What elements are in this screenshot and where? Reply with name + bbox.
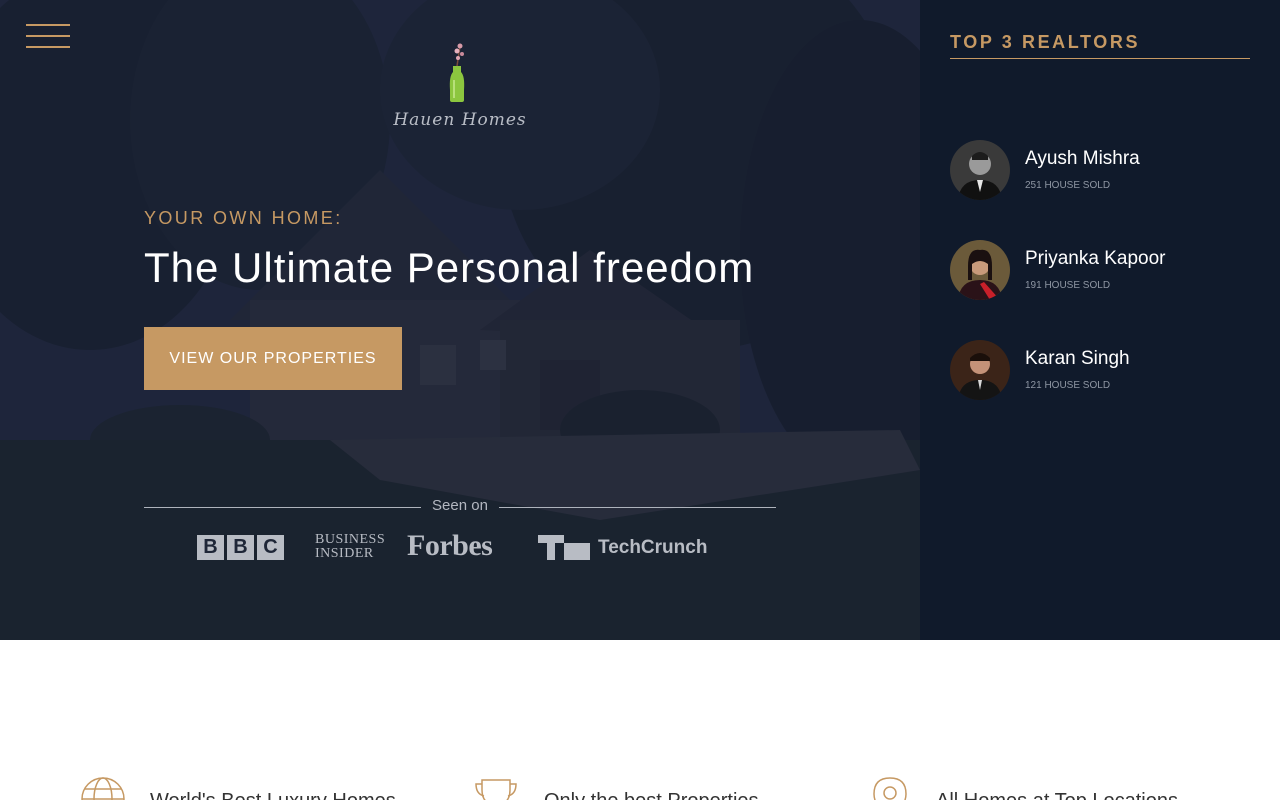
realtor-houses-sold: 251 HOUSE SOLD [1025,180,1111,191]
brand-logo[interactable]: Hauen Homes [384,40,536,134]
map-pin-icon [873,777,907,800]
trophy-icon [475,779,517,800]
realtor-houses-sold: 191 HOUSE SOLD [1025,280,1111,291]
hero-section: Hauen Homes YOUR OWN HOME: The Ultimate … [0,0,920,640]
realtor-card[interactable]: Ayush Mishra 251 HOUSE SOLD [950,140,1250,202]
feature-text: Only the best Properties [544,790,759,800]
realtor-houses-sold: 121 HOUSE SOLD [1025,380,1111,391]
logo-text: Hauen Homes [393,110,527,130]
hamburger-menu-icon[interactable] [26,22,70,50]
feature-text: All Homes at Top Locations [936,790,1178,800]
flower-vase-icon [449,43,465,102]
globe-icon [81,777,125,800]
avatar [950,140,1010,200]
hero-eyebrow: YOUR OWN HOME: [144,208,343,228]
realtor-card[interactable]: Karan Singh 121 HOUSE SOLD [950,340,1250,402]
sidebar-title: TOP 3 REALTORS [950,32,1141,52]
sidebar-title-underline [950,58,1250,59]
avatar [950,240,1010,300]
techcrunch-logo: TechCrunch [538,535,707,560]
feature-item: All Homes at Top Locations [870,776,1190,800]
seen-on-divider-right [499,507,776,508]
hero-headline: The Ultimate Personal freedom [144,244,755,291]
bbc-logo: BBC [197,535,284,560]
forbes-logo: Forbes [407,529,493,562]
view-properties-button[interactable]: VIEW OUR PROPERTIES [144,327,402,390]
feature-item: Only the best Properties [474,776,794,800]
seen-on-divider-left [144,507,421,508]
realtor-name: Ayush Mishra [1025,148,1140,169]
feature-text: World's Best Luxury Homes [150,790,396,800]
techcrunch-mark-icon [538,535,590,560]
seen-on-label: Seen on [432,497,488,514]
realtor-card[interactable]: Priyanka Kapoor 191 HOUSE SOLD [950,240,1250,302]
avatar [950,340,1010,400]
realtor-name: Priyanka Kapoor [1025,248,1166,269]
realtor-name: Karan Singh [1025,348,1130,369]
business-insider-logo: BUSINESS INSIDER [315,532,386,561]
feature-item: World's Best Luxury Homes [80,776,400,800]
top-realtors-sidebar: TOP 3 REALTORS Ayush Mishra 251 HOUSE SO… [920,0,1280,640]
